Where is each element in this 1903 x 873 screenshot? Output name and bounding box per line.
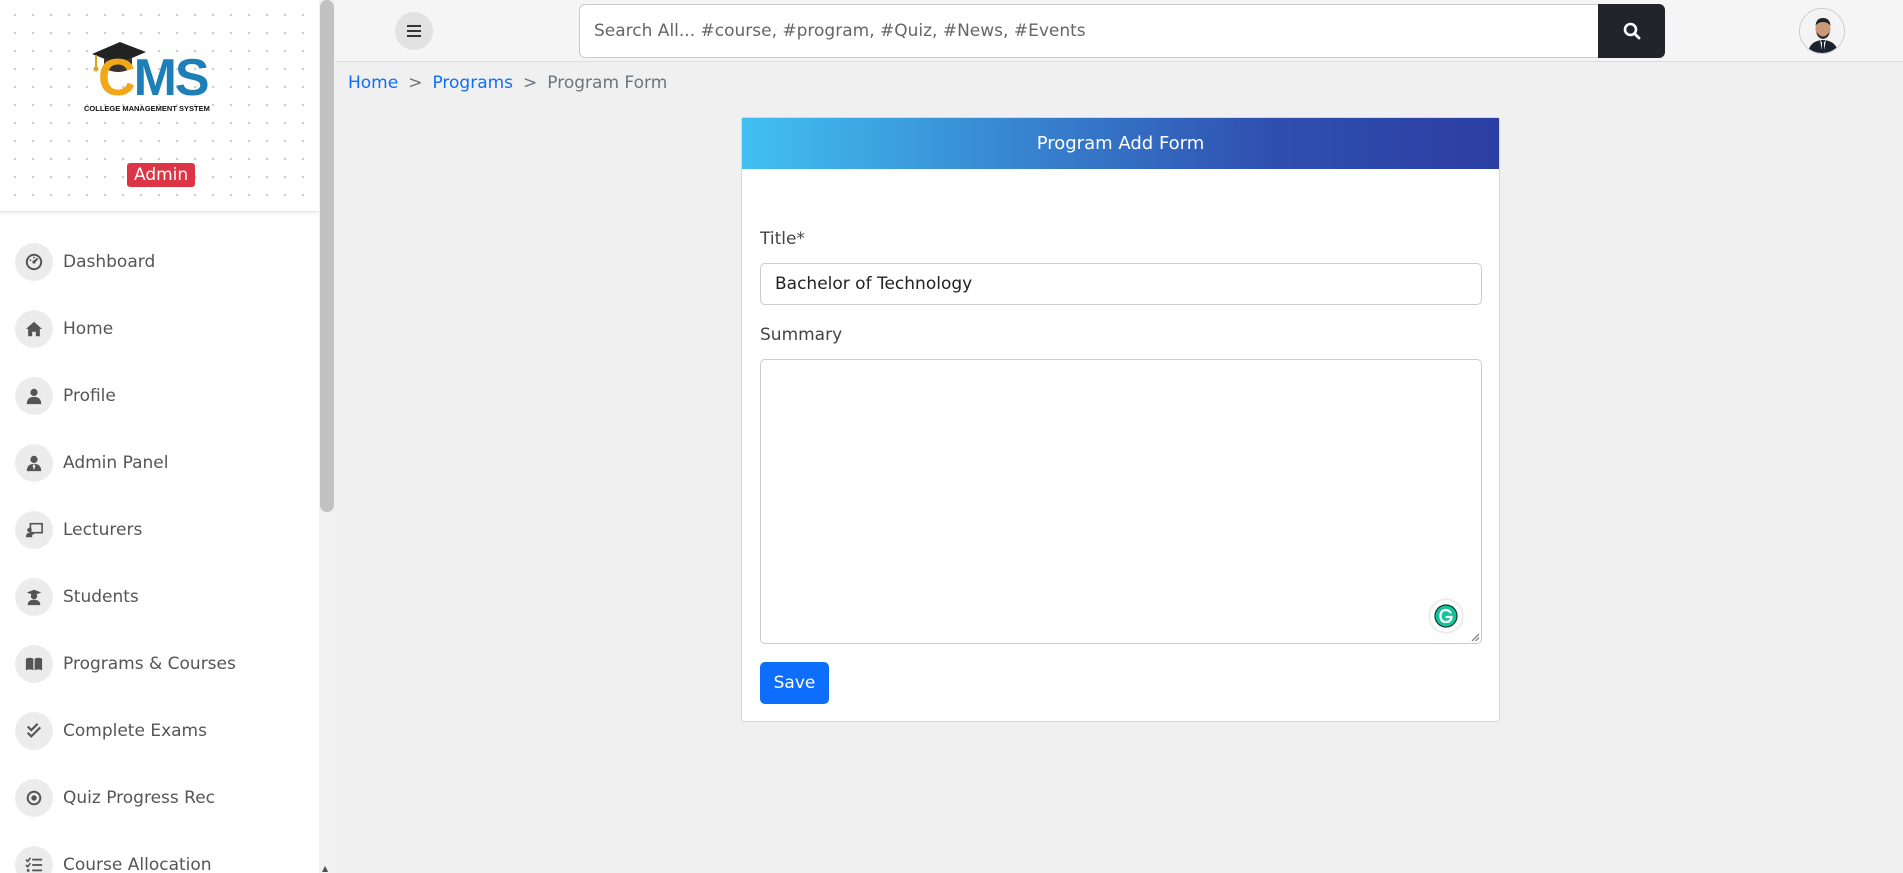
sidebar-brand-area: CMS COLLEGE MANAGEMENT SYSTEM Admin <box>0 0 319 212</box>
sidebar-item-course-allocation[interactable]: Course Allocation <box>0 831 319 873</box>
search-button[interactable] <box>1598 4 1665 58</box>
summary-textarea[interactable] <box>760 359 1482 644</box>
sidebar-item-label: Profile <box>63 385 116 406</box>
tasks-icon <box>15 845 53 873</box>
sidebar-scrollbar-thumb[interactable] <box>320 0 334 512</box>
sidebar-item-home[interactable]: Home <box>0 295 319 362</box>
sidebar: CMS COLLEGE MANAGEMENT SYSTEM Admin Dash… <box>0 0 320 873</box>
record-icon <box>15 778 53 817</box>
grammarly-logo-icon <box>1434 604 1458 628</box>
user-icon <box>15 376 53 415</box>
grammarly-icon[interactable] <box>1430 600 1462 632</box>
graduate-icon <box>15 577 53 616</box>
sidebar-item-complete-exams[interactable]: Complete Exams <box>0 697 319 764</box>
user-avatar[interactable] <box>1799 8 1845 54</box>
title-label: Title* <box>760 229 805 249</box>
sidebar-item-label: Admin Panel <box>63 452 169 473</box>
check-double-icon <box>15 711 53 750</box>
breadcrumb-programs-link[interactable]: Programs <box>432 73 513 93</box>
role-badge: Admin <box>127 163 196 187</box>
scroll-down-arrow-icon[interactable]: ▲ <box>322 864 328 873</box>
breadcrumb-current: Program Form <box>547 73 668 93</box>
sidebar-nav: Dashboard Home Profile Admin Panel Lectu… <box>0 228 319 873</box>
breadcrumb-separator: > <box>523 73 538 93</box>
sidebar-item-label: Students <box>63 586 139 607</box>
dashboard-icon <box>15 242 53 281</box>
cms-logo[interactable]: CMS COLLEGE MANAGEMENT SYSTEM <box>80 38 230 118</box>
sidebar-item-label: Course Allocation <box>63 854 212 873</box>
save-button[interactable]: Save <box>760 662 829 704</box>
summary-label: Summary <box>760 325 843 345</box>
sidebar-item-admin-panel[interactable]: Admin Panel <box>0 429 319 496</box>
sidebar-item-label: Dashboard <box>63 251 156 272</box>
sidebar-item-label: Lecturers <box>63 519 143 540</box>
search-bar <box>579 4 1665 58</box>
breadcrumb: Home > Programs > Program Form <box>348 73 667 93</box>
user-tie-icon <box>15 443 53 482</box>
sidebar-item-profile[interactable]: Profile <box>0 362 319 429</box>
breadcrumb-separator: > <box>408 73 423 93</box>
sidebar-item-label: Complete Exams <box>63 720 207 741</box>
sidebar-item-label: Home <box>63 318 114 339</box>
breadcrumb-home-link[interactable]: Home <box>348 73 398 93</box>
topbar <box>335 0 1903 62</box>
sidebar-item-quiz-progress[interactable]: Quiz Progress Rec <box>0 764 319 831</box>
title-field[interactable] <box>760 263 1482 305</box>
search-input[interactable] <box>579 4 1598 58</box>
logo-subtitle: COLLEGE MANAGEMENT SYSTEM <box>84 104 210 113</box>
avatar-icon <box>1800 9 1844 53</box>
program-form-card: Program Add Form Title* Summary Save <box>741 117 1500 722</box>
sidebar-item-lecturers[interactable]: Lecturers <box>0 496 319 563</box>
book-open-icon <box>15 644 53 683</box>
sidebar-item-students[interactable]: Students <box>0 563 319 630</box>
search-icon <box>1623 22 1640 40</box>
sidebar-item-label: Quiz Progress Rec <box>63 787 216 808</box>
form-header: Program Add Form <box>742 118 1499 169</box>
home-icon <box>15 309 53 348</box>
sidebar-item-programs-courses[interactable]: Programs & Courses <box>0 630 319 697</box>
resize-handle-icon[interactable] <box>1470 632 1480 642</box>
menu-toggle-button[interactable] <box>395 12 433 50</box>
sidebar-item-label: Programs & Courses <box>63 653 236 674</box>
sidebar-item-dashboard[interactable]: Dashboard <box>0 228 319 295</box>
hamburger-icon <box>407 25 421 37</box>
chalkboard-teacher-icon <box>15 510 53 549</box>
logo-wordmark: CMS <box>98 49 210 107</box>
